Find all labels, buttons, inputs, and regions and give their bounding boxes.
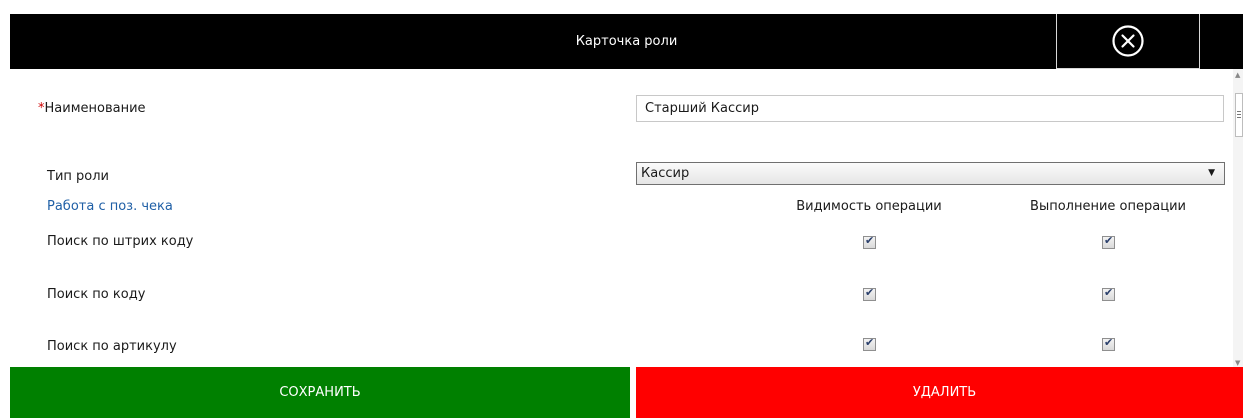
title-bar: Карточка роли — [10, 14, 1243, 69]
checkmark-icon: ✔ — [1104, 286, 1114, 299]
delete-button[interactable]: УДАЛИТЬ — [636, 367, 1243, 418]
grip-icon — [1237, 114, 1241, 115]
column-header-execution: Выполнение операции — [1030, 199, 1186, 214]
role-type-label: Тип роли — [47, 169, 109, 184]
section-title: Работа с поз. чека — [47, 199, 173, 214]
checkmark-icon: ✔ — [865, 286, 875, 299]
close-button[interactable] — [1056, 14, 1200, 69]
execution-checkbox[interactable]: ✔ — [1102, 336, 1115, 351]
checkmark-icon: ✔ — [1104, 336, 1114, 349]
name-label: *Наименование — [38, 101, 146, 116]
circle-x-icon — [1112, 25, 1144, 57]
permission-label: Поиск по штрих коду — [47, 234, 194, 249]
visibility-checkbox[interactable]: ✔ — [863, 336, 876, 351]
permission-label: Поиск по артикулу — [47, 339, 177, 354]
role-type-value: Кассир — [641, 166, 690, 181]
visibility-checkbox[interactable]: ✔ — [863, 234, 876, 249]
grip-icon — [1237, 111, 1241, 112]
save-button[interactable]: СОХРАНИТЬ — [10, 367, 630, 418]
execution-checkbox[interactable]: ✔ — [1102, 234, 1115, 249]
grip-icon — [1237, 117, 1241, 118]
scroll-up-arrow-icon[interactable]: ▲ — [1235, 71, 1240, 79]
checkmark-icon: ✔ — [1104, 234, 1114, 247]
scrollbar-thumb[interactable] — [1235, 93, 1243, 137]
name-field[interactable] — [636, 95, 1224, 122]
column-header-visibility: Видимость операции — [796, 199, 942, 214]
visibility-checkbox[interactable]: ✔ — [863, 286, 876, 301]
vertical-scrollbar[interactable]: ▲ ▼ — [1233, 69, 1243, 367]
permission-label: Поиск по коду — [47, 287, 146, 302]
role-type-select[interactable]: Кассир ▼ — [636, 162, 1225, 185]
name-label-text: Наименование — [44, 101, 146, 116]
execution-checkbox[interactable]: ✔ — [1102, 286, 1115, 301]
checkmark-icon: ✔ — [865, 336, 875, 349]
chevron-down-icon: ▼ — [1208, 168, 1215, 178]
checkmark-icon: ✔ — [865, 234, 875, 247]
scroll-down-arrow-icon[interactable]: ▼ — [1235, 359, 1240, 367]
